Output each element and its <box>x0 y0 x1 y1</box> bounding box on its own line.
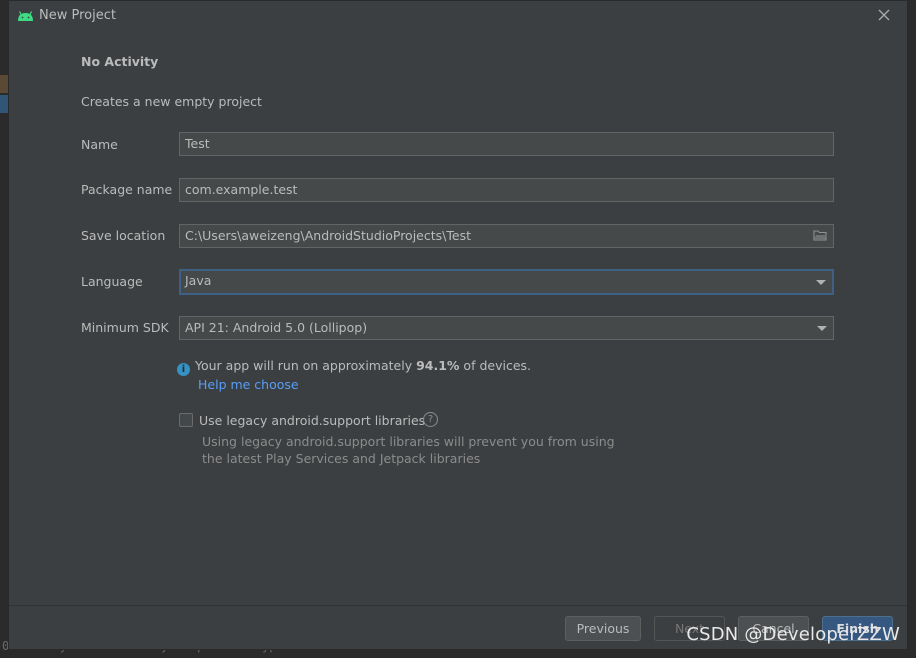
template-heading: No Activity <box>81 54 159 69</box>
help-question-icon[interactable]: ? <box>423 412 438 427</box>
package-name-value: com.example.test <box>185 182 298 197</box>
coverage-suffix: of devices. <box>459 358 531 373</box>
save-location-field[interactable]: C:\Users\aweizeng\AndroidStudioProjects\… <box>179 224 834 248</box>
chevron-down-icon <box>817 326 827 331</box>
close-button[interactable] <box>875 6 893 24</box>
device-coverage-info: i Your app will run on approximately 94.1… <box>177 358 531 376</box>
language-value: Java <box>185 273 212 288</box>
footer-divider <box>9 605 907 606</box>
minimum-sdk-label: Minimum SDK <box>81 320 169 335</box>
save-location-value: C:\Users\aweizeng\AndroidStudioProjects\… <box>185 228 471 243</box>
previous-button[interactable]: Previous <box>565 616 641 641</box>
minimum-sdk-value: API 21: Android 5.0 (Lollipop) <box>185 320 368 335</box>
legacy-support-label[interactable]: Use legacy android.support libraries <box>199 413 425 428</box>
name-label: Name <box>81 137 118 152</box>
template-description: Creates a new empty project <box>81 94 262 109</box>
legacy-hint-line-1: Using legacy android.support libraries w… <box>202 434 615 449</box>
minimum-sdk-dropdown[interactable]: API 21: Android 5.0 (Lollipop) <box>179 316 834 340</box>
coverage-percent: 94.1% <box>416 358 460 373</box>
android-icon <box>18 11 33 21</box>
folder-icon[interactable] <box>813 229 827 241</box>
info-icon: i <box>177 363 190 376</box>
csdn-watermark: CSDN @DeveloperZZW <box>686 624 900 645</box>
language-dropdown[interactable]: Java <box>179 269 834 295</box>
save-location-label: Save location <box>81 228 166 243</box>
legacy-support-checkbox[interactable] <box>179 413 193 427</box>
legacy-hint-line-2: the latest Play Services and Jetpack lib… <box>202 451 481 466</box>
dialog-title: New Project <box>39 8 116 23</box>
name-value: Test <box>185 136 210 151</box>
chevron-down-icon <box>816 280 826 285</box>
background-editor-tab <box>0 75 8 93</box>
dialog-titlebar[interactable]: New Project <box>9 1 907 31</box>
package-name-field[interactable]: com.example.test <box>179 178 834 202</box>
previous-button-label: Previous <box>576 621 630 636</box>
close-icon <box>878 9 890 21</box>
language-label: Language <box>81 274 143 289</box>
package-name-label: Package name <box>81 182 173 197</box>
help-me-choose-link[interactable]: Help me choose <box>198 377 299 392</box>
new-project-dialog: New Project No Activity Creates a new em… <box>8 0 908 650</box>
background-editor-tab-selected <box>0 95 8 113</box>
coverage-prefix: Your app will run on approximately <box>195 358 417 373</box>
name-field[interactable]: Test <box>179 132 834 156</box>
